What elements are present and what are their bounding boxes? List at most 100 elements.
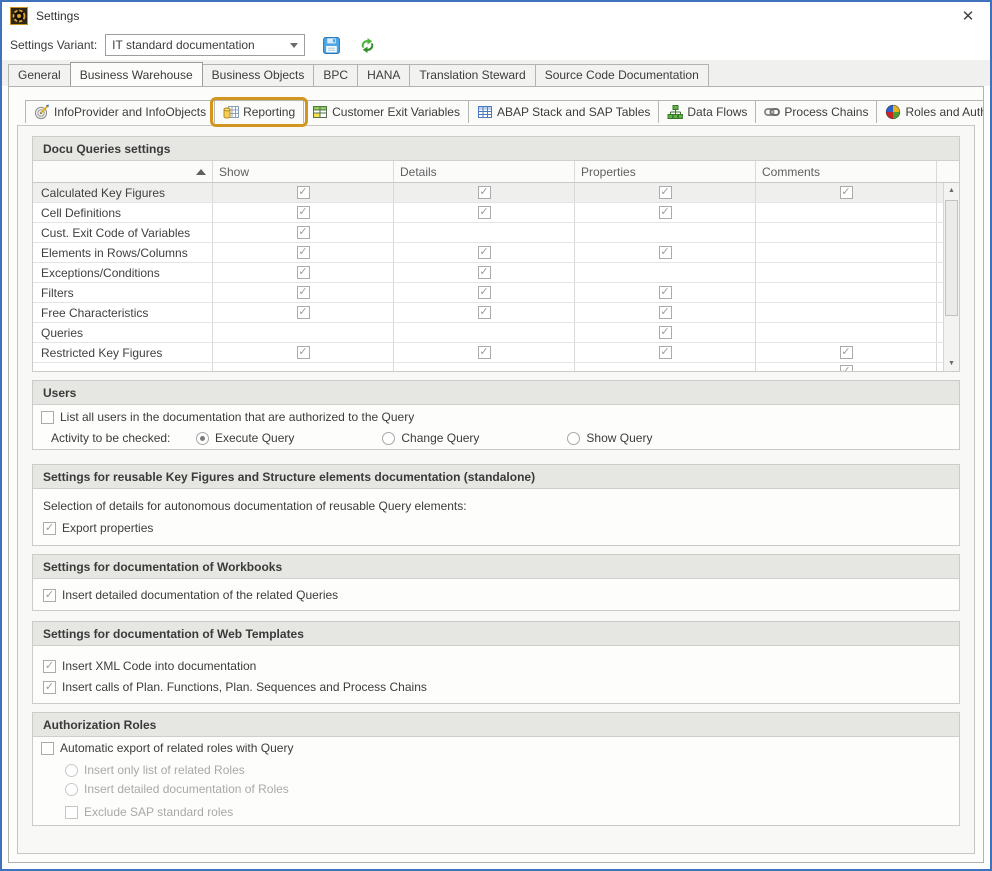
restricted-key-figures-properties-checkbox[interactable]	[659, 346, 672, 359]
calculated-key-figures-properties-checkbox[interactable]	[659, 186, 672, 199]
change-query-radio[interactable]	[382, 432, 395, 445]
calculated-key-figures-show-checkbox[interactable]	[297, 186, 310, 199]
table-row-restricted-key-figures[interactable]: Restricted Key Figures	[33, 343, 943, 363]
subtab-infoprovider-and-infoobjects[interactable]: InfoProvider and InfoObjects	[25, 100, 215, 123]
tab-business-objects[interactable]: Business Objects	[202, 64, 315, 86]
partial-row-comments-checkbox[interactable]	[840, 365, 853, 371]
tab-source-code-documentation[interactable]: Source Code Documentation	[535, 64, 709, 86]
cell-definitions-show-checkbox[interactable]	[297, 206, 310, 219]
table-row-free-characteristics[interactable]: Free Characteristics	[33, 303, 943, 323]
save-button[interactable]	[321, 35, 341, 55]
restricted-key-figures-details-checkbox[interactable]	[478, 346, 491, 359]
restricted-key-figures-show-checkbox[interactable]	[297, 346, 310, 359]
table-row-filters[interactable]: Filters	[33, 283, 943, 303]
free-characteristics-details-checkbox[interactable]	[478, 306, 491, 319]
workbooks-section-title: Settings for documentation of Workbooks	[33, 555, 959, 579]
table-row-calculated-key-figures[interactable]: Calculated Key Figures	[33, 183, 943, 203]
row-label: Free Characteristics	[33, 303, 213, 322]
elements-in-rows-columns-details-checkbox[interactable]	[478, 246, 491, 259]
execute-query-radio[interactable]	[196, 432, 209, 445]
subtab-data-flows[interactable]: Data Flows	[658, 100, 756, 123]
cell-show	[213, 263, 394, 282]
table-row-partial[interactable]	[33, 363, 943, 371]
filters-properties-checkbox[interactable]	[659, 286, 672, 299]
scrollbar-thumb[interactable]	[945, 200, 958, 316]
exceptions-conditions-details-checkbox[interactable]	[478, 266, 491, 279]
insert-plan-calls-checkbox[interactable]	[43, 681, 56, 694]
tab-business-warehouse[interactable]: Business Warehouse	[70, 62, 203, 86]
calculated-key-figures-comments-checkbox[interactable]	[840, 186, 853, 199]
workbooks-section-body: Insert detailed documentation of the rel…	[33, 579, 959, 610]
cell-details	[394, 323, 575, 342]
sub-tab-bar: InfoProvider and InfoObjects Reporting Cus…	[25, 100, 983, 123]
cell-properties	[575, 283, 756, 302]
filters-show-checkbox[interactable]	[297, 286, 310, 299]
subtab-label: Reporting	[243, 105, 295, 119]
insert-detailed-queries-checkbox[interactable]	[43, 589, 56, 602]
cell-details	[394, 183, 575, 202]
table-row-queries[interactable]: Queries	[33, 323, 943, 343]
docu-queries-section-title: Docu Queries settings	[33, 137, 959, 161]
cell-comments	[756, 363, 937, 371]
queries-properties-checkbox[interactable]	[659, 326, 672, 339]
settings-variant-combobox[interactable]: IT standard documentation	[105, 34, 305, 56]
column-header-comments[interactable]: Comments	[756, 161, 937, 182]
reporting-panel: Docu Queries settings ShowDetailsPropert…	[17, 125, 975, 854]
close-button[interactable]: ✕	[946, 2, 990, 30]
scroll-down-button[interactable]: ▼	[944, 356, 959, 371]
table-row-elements-in-rows-columns[interactable]: Elements in Rows/Columns	[33, 243, 943, 263]
activity-radio-group: Execute QueryChange QueryShow Query	[196, 431, 652, 445]
automatic-export-roles-checkbox[interactable]	[41, 742, 54, 755]
cell-definitions-details-checkbox[interactable]	[478, 206, 491, 219]
vertical-scrollbar[interactable]: ▲ ▼	[943, 183, 959, 371]
row-label: Cell Definitions	[33, 203, 213, 222]
cell-definitions-properties-checkbox[interactable]	[659, 206, 672, 219]
change-query-label: Change Query	[401, 431, 479, 445]
table-row-cust-exit-code-of-variables[interactable]: Cust. Exit Code of Variables	[33, 223, 943, 243]
roles-option-insert-detailed-documentation-of-roles: Insert detailed documentation of Roles	[65, 782, 959, 796]
row-label-column-header[interactable]	[33, 161, 213, 182]
scroll-up-button[interactable]: ▲	[944, 183, 959, 198]
subtab-process-chains[interactable]: Process Chains	[755, 100, 877, 123]
subtab-roles-and-authorizations[interactable]: Roles and Authorizations	[876, 100, 984, 123]
tab-general[interactable]: General	[8, 64, 71, 86]
insert-plan-calls-label: Insert calls of Plan. Functions, Plan. S…	[62, 680, 427, 694]
restricted-key-figures-comments-checkbox[interactable]	[840, 346, 853, 359]
cell-properties	[575, 223, 756, 242]
table-row-cell-definitions[interactable]: Cell Definitions	[33, 203, 943, 223]
tab-translation-steward[interactable]: Translation Steward	[409, 64, 535, 86]
cust-exit-code-of-variables-show-checkbox[interactable]	[297, 226, 310, 239]
settings-variant-value: IT standard documentation	[112, 38, 286, 52]
calculated-key-figures-details-checkbox[interactable]	[478, 186, 491, 199]
show-query-radio[interactable]	[567, 432, 580, 445]
combobox-dropdown-arrow-icon[interactable]	[290, 43, 298, 48]
execute-query-label: Execute Query	[215, 431, 294, 445]
elements-in-rows-columns-show-checkbox[interactable]	[297, 246, 310, 259]
free-characteristics-properties-checkbox[interactable]	[659, 306, 672, 319]
export-properties-checkbox[interactable]	[43, 522, 56, 535]
subtab-customer-exit-variables[interactable]: Customer Exit Variables	[303, 100, 469, 123]
column-header-details[interactable]: Details	[394, 161, 575, 182]
column-header-show[interactable]: Show	[213, 161, 394, 182]
tab-bpc[interactable]: BPC	[313, 64, 358, 86]
exceptions-conditions-show-checkbox[interactable]	[297, 266, 310, 279]
table-row-exceptions-conditions[interactable]: Exceptions/Conditions	[33, 263, 943, 283]
refresh-button[interactable]	[357, 35, 377, 55]
filters-details-checkbox[interactable]	[478, 286, 491, 299]
elements-in-rows-columns-properties-checkbox[interactable]	[659, 246, 672, 259]
cell-show	[213, 223, 394, 242]
tab-hana[interactable]: HANA	[357, 64, 410, 86]
cell-properties	[575, 243, 756, 262]
column-header-properties[interactable]: Properties	[575, 161, 756, 182]
list-all-users-checkbox[interactable]	[41, 411, 54, 424]
scrollbar-column-header	[943, 161, 959, 182]
row-label: Exceptions/Conditions	[33, 263, 213, 282]
subtab-abap-stack-and-sap-tables[interactable]: ABAP Stack and SAP Tables	[468, 100, 659, 123]
free-characteristics-show-checkbox[interactable]	[297, 306, 310, 319]
cell-show	[213, 283, 394, 302]
export-properties-label: Export properties	[62, 521, 153, 535]
subtab-label: Data Flows	[687, 105, 747, 119]
subtab-reporting[interactable]: Reporting	[214, 100, 304, 123]
roles-radio-group: Insert only list of related RolesInsert …	[41, 763, 959, 796]
insert-xml-code-checkbox[interactable]	[43, 660, 56, 673]
